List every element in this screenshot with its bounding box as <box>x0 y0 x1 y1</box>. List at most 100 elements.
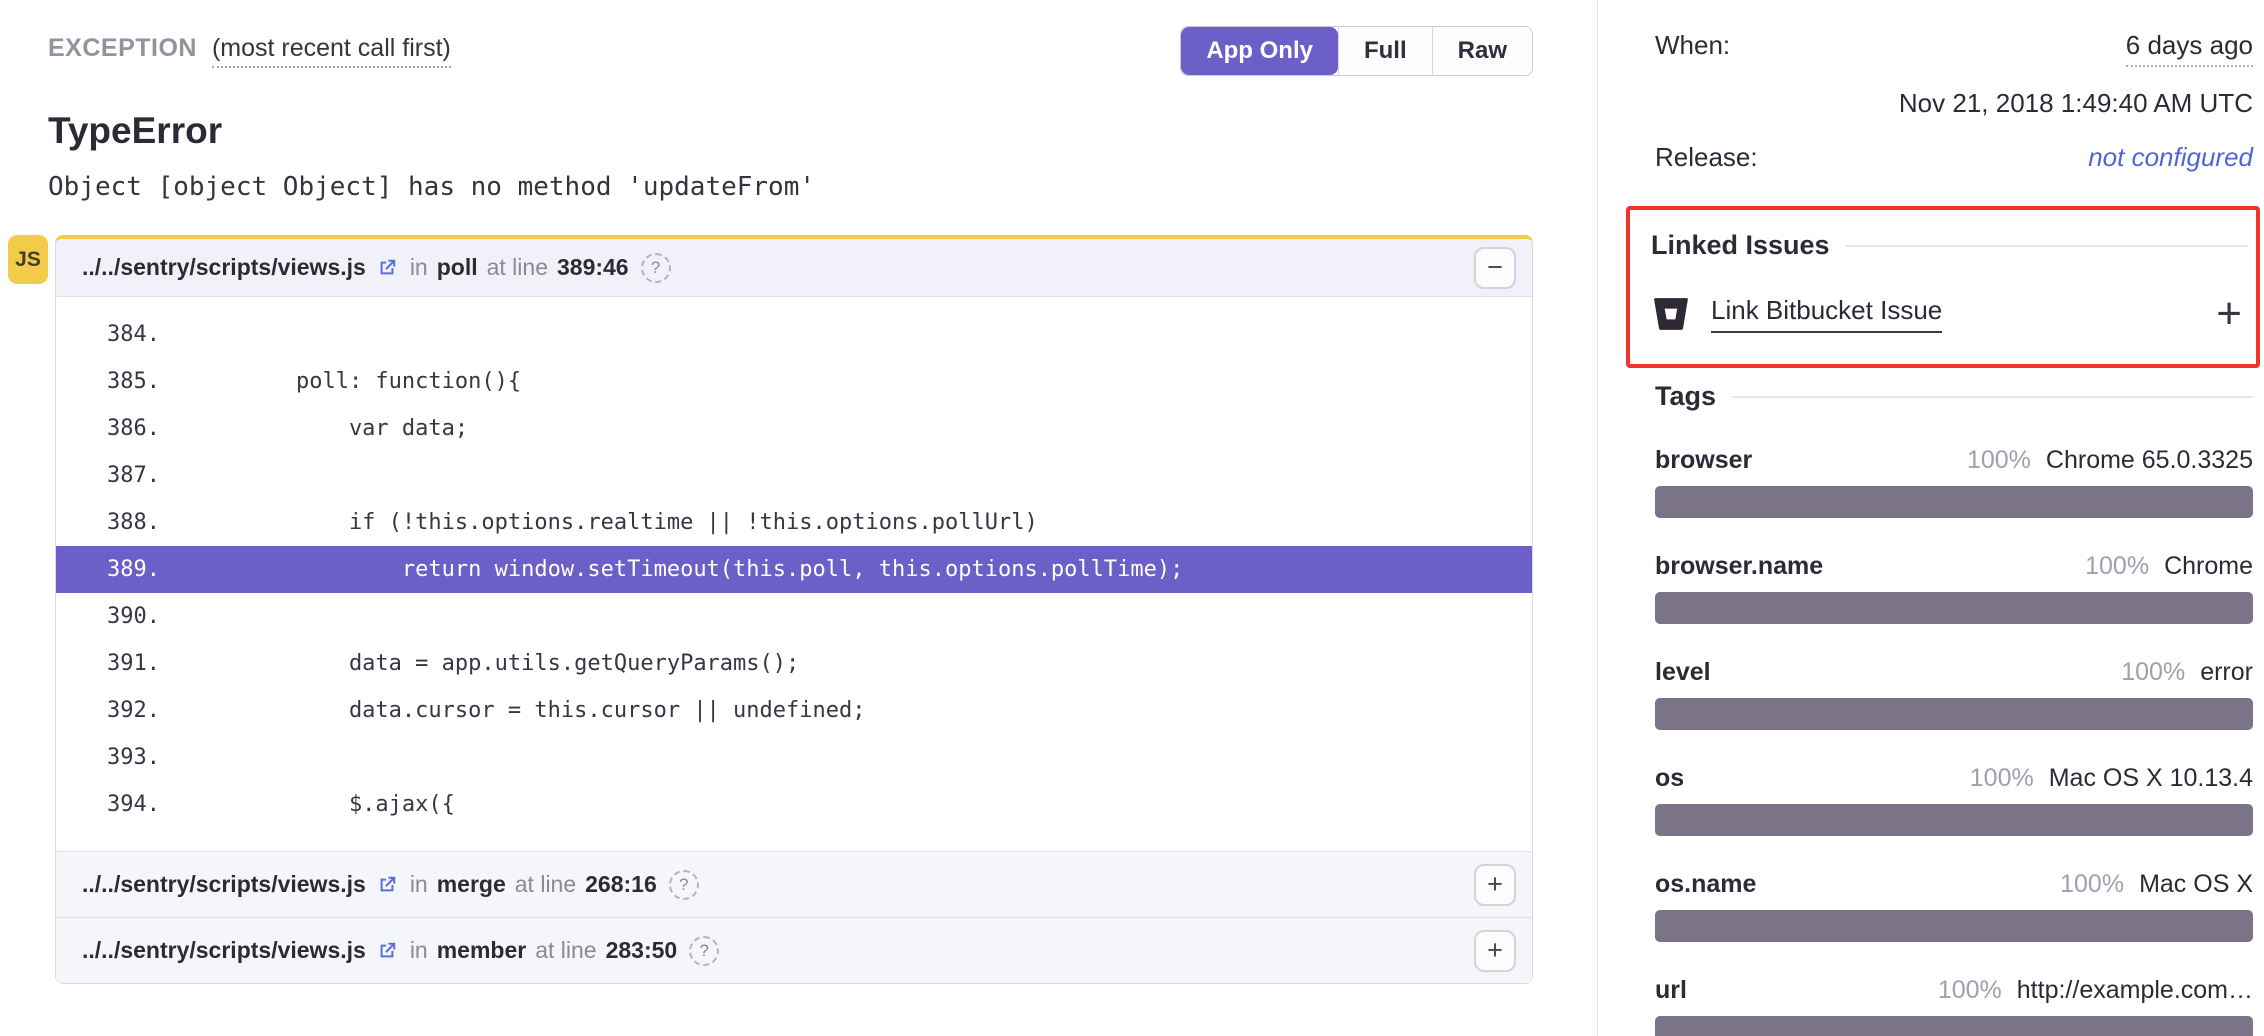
code-line-text: data = app.utils.getQueryParams(); <box>190 651 799 676</box>
tag-distribution-bar[interactable] <box>1655 486 2253 518</box>
tag-value[interactable]: Mac OS X <box>2139 870 2253 898</box>
tag-value[interactable]: Mac OS X 10.13.4 <box>2049 764 2253 792</box>
frame-filename: ../../sentry/scripts/views.js <box>82 254 366 281</box>
stack-frame-header-poll[interactable]: ../../sentry/scripts/views.js in poll at… <box>56 239 1532 297</box>
view-toggle-button[interactable]: Raw <box>1432 27 1532 75</box>
when-absolute-time: Nov 21, 2018 1:49:40 AM UTC <box>1655 88 2253 119</box>
call-order-label[interactable]: (most recent call first) <box>212 34 451 68</box>
external-link-icon[interactable] <box>376 874 398 896</box>
stack-frame-collapsed[interactable]: ../../sentry/scripts/views.js in merge a… <box>56 851 1532 917</box>
code-line: 392. data.cursor = this.cursor || undefi… <box>56 687 1532 734</box>
code-line-number: 387. <box>56 463 160 488</box>
tag-item: os.name 100% Mac OS X <box>1655 870 2253 942</box>
frame-line-number: 283:50 <box>606 937 678 964</box>
tag-value[interactable]: Chrome <box>2164 552 2253 580</box>
code-line: 387. <box>56 452 1532 499</box>
tag-distribution-bar[interactable] <box>1655 592 2253 624</box>
external-link-icon[interactable] <box>376 257 398 279</box>
stacktrace-view-toggle: App OnlyFullRaw <box>1180 26 1533 76</box>
code-line: 389. return window.setTimeout(this.poll,… <box>56 546 1532 593</box>
tag-right: 100% http://example.com… <box>1938 976 2253 1004</box>
linked-issues-heading-text: Linked Issues <box>1651 230 1830 261</box>
release-label: Release: <box>1655 142 1758 173</box>
expand-frame-button[interactable]: + <box>1474 930 1516 972</box>
frame-in-label: in <box>410 871 428 898</box>
frame-atline-label: at line <box>487 254 548 281</box>
tag-distribution-bar[interactable] <box>1655 698 2253 730</box>
expand-frame-button[interactable]: + <box>1474 864 1516 906</box>
frame-filename: ../../sentry/scripts/views.js <box>82 937 366 964</box>
tag-distribution-bar[interactable] <box>1655 910 2253 942</box>
frame-in-label: in <box>410 254 428 281</box>
when-relative-time[interactable]: 6 days ago <box>2126 30 2253 67</box>
help-icon[interactable]: ? <box>669 870 699 900</box>
code-line-number: 390. <box>56 604 160 629</box>
release-value[interactable]: not configured <box>2088 142 2253 173</box>
view-toggle-button[interactable]: Full <box>1338 27 1432 75</box>
tag-item: level 100% error <box>1655 658 2253 730</box>
tag-value[interactable]: error <box>2200 658 2253 686</box>
tags-heading: Tags <box>1655 381 2253 412</box>
collapse-frame-button[interactable]: − <box>1474 247 1516 289</box>
code-line: 393. <box>56 734 1532 781</box>
code-line: 384. <box>56 311 1532 358</box>
frame-atline-label: at line <box>535 937 596 964</box>
external-link-icon[interactable] <box>376 940 398 962</box>
code-line: 391. data = app.utils.getQueryParams(); <box>56 640 1532 687</box>
tag-value[interactable]: Chrome 65.0.3325 <box>2046 446 2253 474</box>
linked-issues-highlight-box: Linked Issues Link Bitbucket Issue + <box>1626 206 2260 368</box>
help-icon[interactable]: ? <box>641 253 671 283</box>
source-context: 384. 385. poll: function(){ 386. var dat… <box>56 297 1532 851</box>
tag-percent: 100% <box>2085 552 2149 580</box>
release-row: Release: not configured <box>1655 142 2253 173</box>
frame-filename: ../../sentry/scripts/views.js <box>82 871 366 898</box>
frame-atline-label: at line <box>515 871 576 898</box>
tag-distribution-bar[interactable] <box>1655 804 2253 836</box>
tag-right: 100% error <box>2121 658 2253 686</box>
tag-percent: 100% <box>1938 976 2002 1004</box>
code-line: 385. poll: function(){ <box>56 358 1532 405</box>
tag-key[interactable]: browser <box>1655 446 1752 474</box>
tag-distribution-bar[interactable] <box>1655 1016 2253 1036</box>
tag-head: browser 100% Chrome 65.0.3325 <box>1655 446 2253 474</box>
code-line-text: $.ajax({ <box>190 792 455 817</box>
tag-key[interactable]: browser.name <box>1655 552 1823 580</box>
frame-function-name: merge <box>437 871 506 898</box>
code-line: 394. $.ajax({ <box>56 781 1532 828</box>
code-line-number: 384. <box>56 322 160 347</box>
event-sidebar: When: 6 days ago Nov 21, 2018 1:49:40 AM… <box>1597 0 2264 1036</box>
tag-item: browser 100% Chrome 65.0.3325 <box>1655 446 2253 518</box>
platform-js-badge: JS <box>8 235 48 284</box>
linked-issues-heading: Linked Issues <box>1651 230 2248 261</box>
help-icon[interactable]: ? <box>689 936 719 966</box>
exception-header: EXCEPTION (most recent call first) App O… <box>48 26 1533 76</box>
heading-rule <box>1846 245 2248 247</box>
collapsed-frames-list: ../../sentry/scripts/views.js in merge a… <box>56 851 1532 983</box>
tag-percent: 100% <box>2060 870 2124 898</box>
code-line-text: return window.setTimeout(this.poll, this… <box>190 557 1183 582</box>
stack-frame-collapsed[interactable]: ../../sentry/scripts/views.js in member … <box>56 917 1532 983</box>
frame-function-name: poll <box>437 254 478 281</box>
tag-percent: 100% <box>2121 658 2185 686</box>
issue-detail-page: EXCEPTION (most recent call first) App O… <box>0 0 2264 1036</box>
link-bitbucket-issue-link[interactable]: Link Bitbucket Issue <box>1711 295 1942 333</box>
tag-right: 100% Chrome 65.0.3325 <box>1967 446 2253 474</box>
code-line-number: 393. <box>56 745 160 770</box>
tag-key[interactable]: os <box>1655 764 1684 792</box>
add-issue-plus-icon[interactable]: + <box>2216 292 2242 336</box>
code-line-number: 394. <box>56 792 160 817</box>
tag-key[interactable]: os.name <box>1655 870 1756 898</box>
tag-key[interactable]: level <box>1655 658 1711 686</box>
view-toggle-button[interactable]: App Only <box>1181 27 1338 75</box>
code-line-number: 385. <box>56 369 160 394</box>
tag-value[interactable]: http://example.com… <box>2017 976 2253 1004</box>
code-line-number: 392. <box>56 698 160 723</box>
tag-head: url 100% http://example.com… <box>1655 976 2253 1004</box>
frame-line-number: 389:46 <box>557 254 629 281</box>
tag-right: 100% Mac OS X 10.13.4 <box>1970 764 2253 792</box>
error-type-title: TypeError <box>48 110 1533 152</box>
tag-percent: 100% <box>1970 764 2034 792</box>
tag-key[interactable]: url <box>1655 976 1687 1004</box>
exception-section-title: EXCEPTION (most recent call first) <box>48 26 451 63</box>
frame-line-number: 268:16 <box>585 871 657 898</box>
